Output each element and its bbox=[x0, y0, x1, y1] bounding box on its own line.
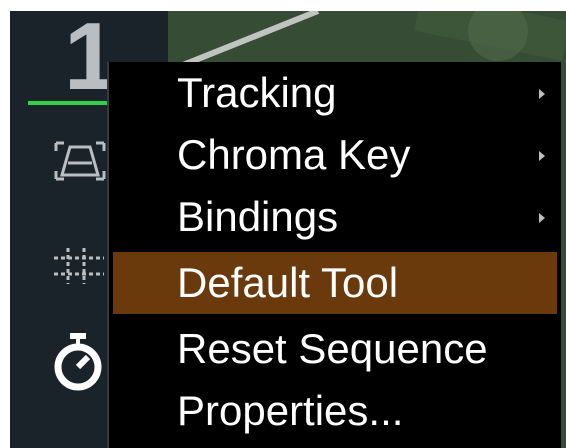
menu-item-label: Bindings bbox=[177, 193, 339, 240]
track-warp-icon[interactable] bbox=[52, 139, 108, 188]
menu-item-label: Tracking bbox=[177, 69, 337, 116]
stopwatch-icon[interactable] bbox=[52, 331, 108, 396]
menu-item-reset-sequence[interactable]: Reset Sequence bbox=[113, 318, 557, 380]
submenu-arrow-icon bbox=[539, 151, 545, 161]
submenu-arrow-icon bbox=[539, 89, 545, 99]
menu-item-label: Default Tool bbox=[177, 259, 399, 306]
menu-item-label: Reset Sequence bbox=[177, 325, 488, 372]
menu-item-label: Properties... bbox=[177, 387, 404, 434]
menu-item-chroma-key[interactable]: Chroma Key bbox=[113, 124, 557, 186]
submenu-arrow-icon bbox=[539, 213, 545, 223]
app-window: 1 Tracking Chroma Key Bindings Default T… bbox=[10, 11, 566, 448]
menu-item-properties[interactable]: Properties... bbox=[113, 380, 557, 442]
menu-item-tracking[interactable]: Tracking bbox=[113, 62, 557, 124]
context-menu: Tracking Chroma Key Bindings Default Too… bbox=[107, 62, 561, 448]
active-layer-indicator bbox=[28, 101, 118, 105]
grid-icon[interactable] bbox=[52, 244, 108, 293]
menu-item-default-tool[interactable]: Default Tool bbox=[113, 252, 557, 314]
menu-item-label: Chroma Key bbox=[177, 131, 411, 178]
menu-item-bindings[interactable]: Bindings bbox=[113, 186, 557, 248]
